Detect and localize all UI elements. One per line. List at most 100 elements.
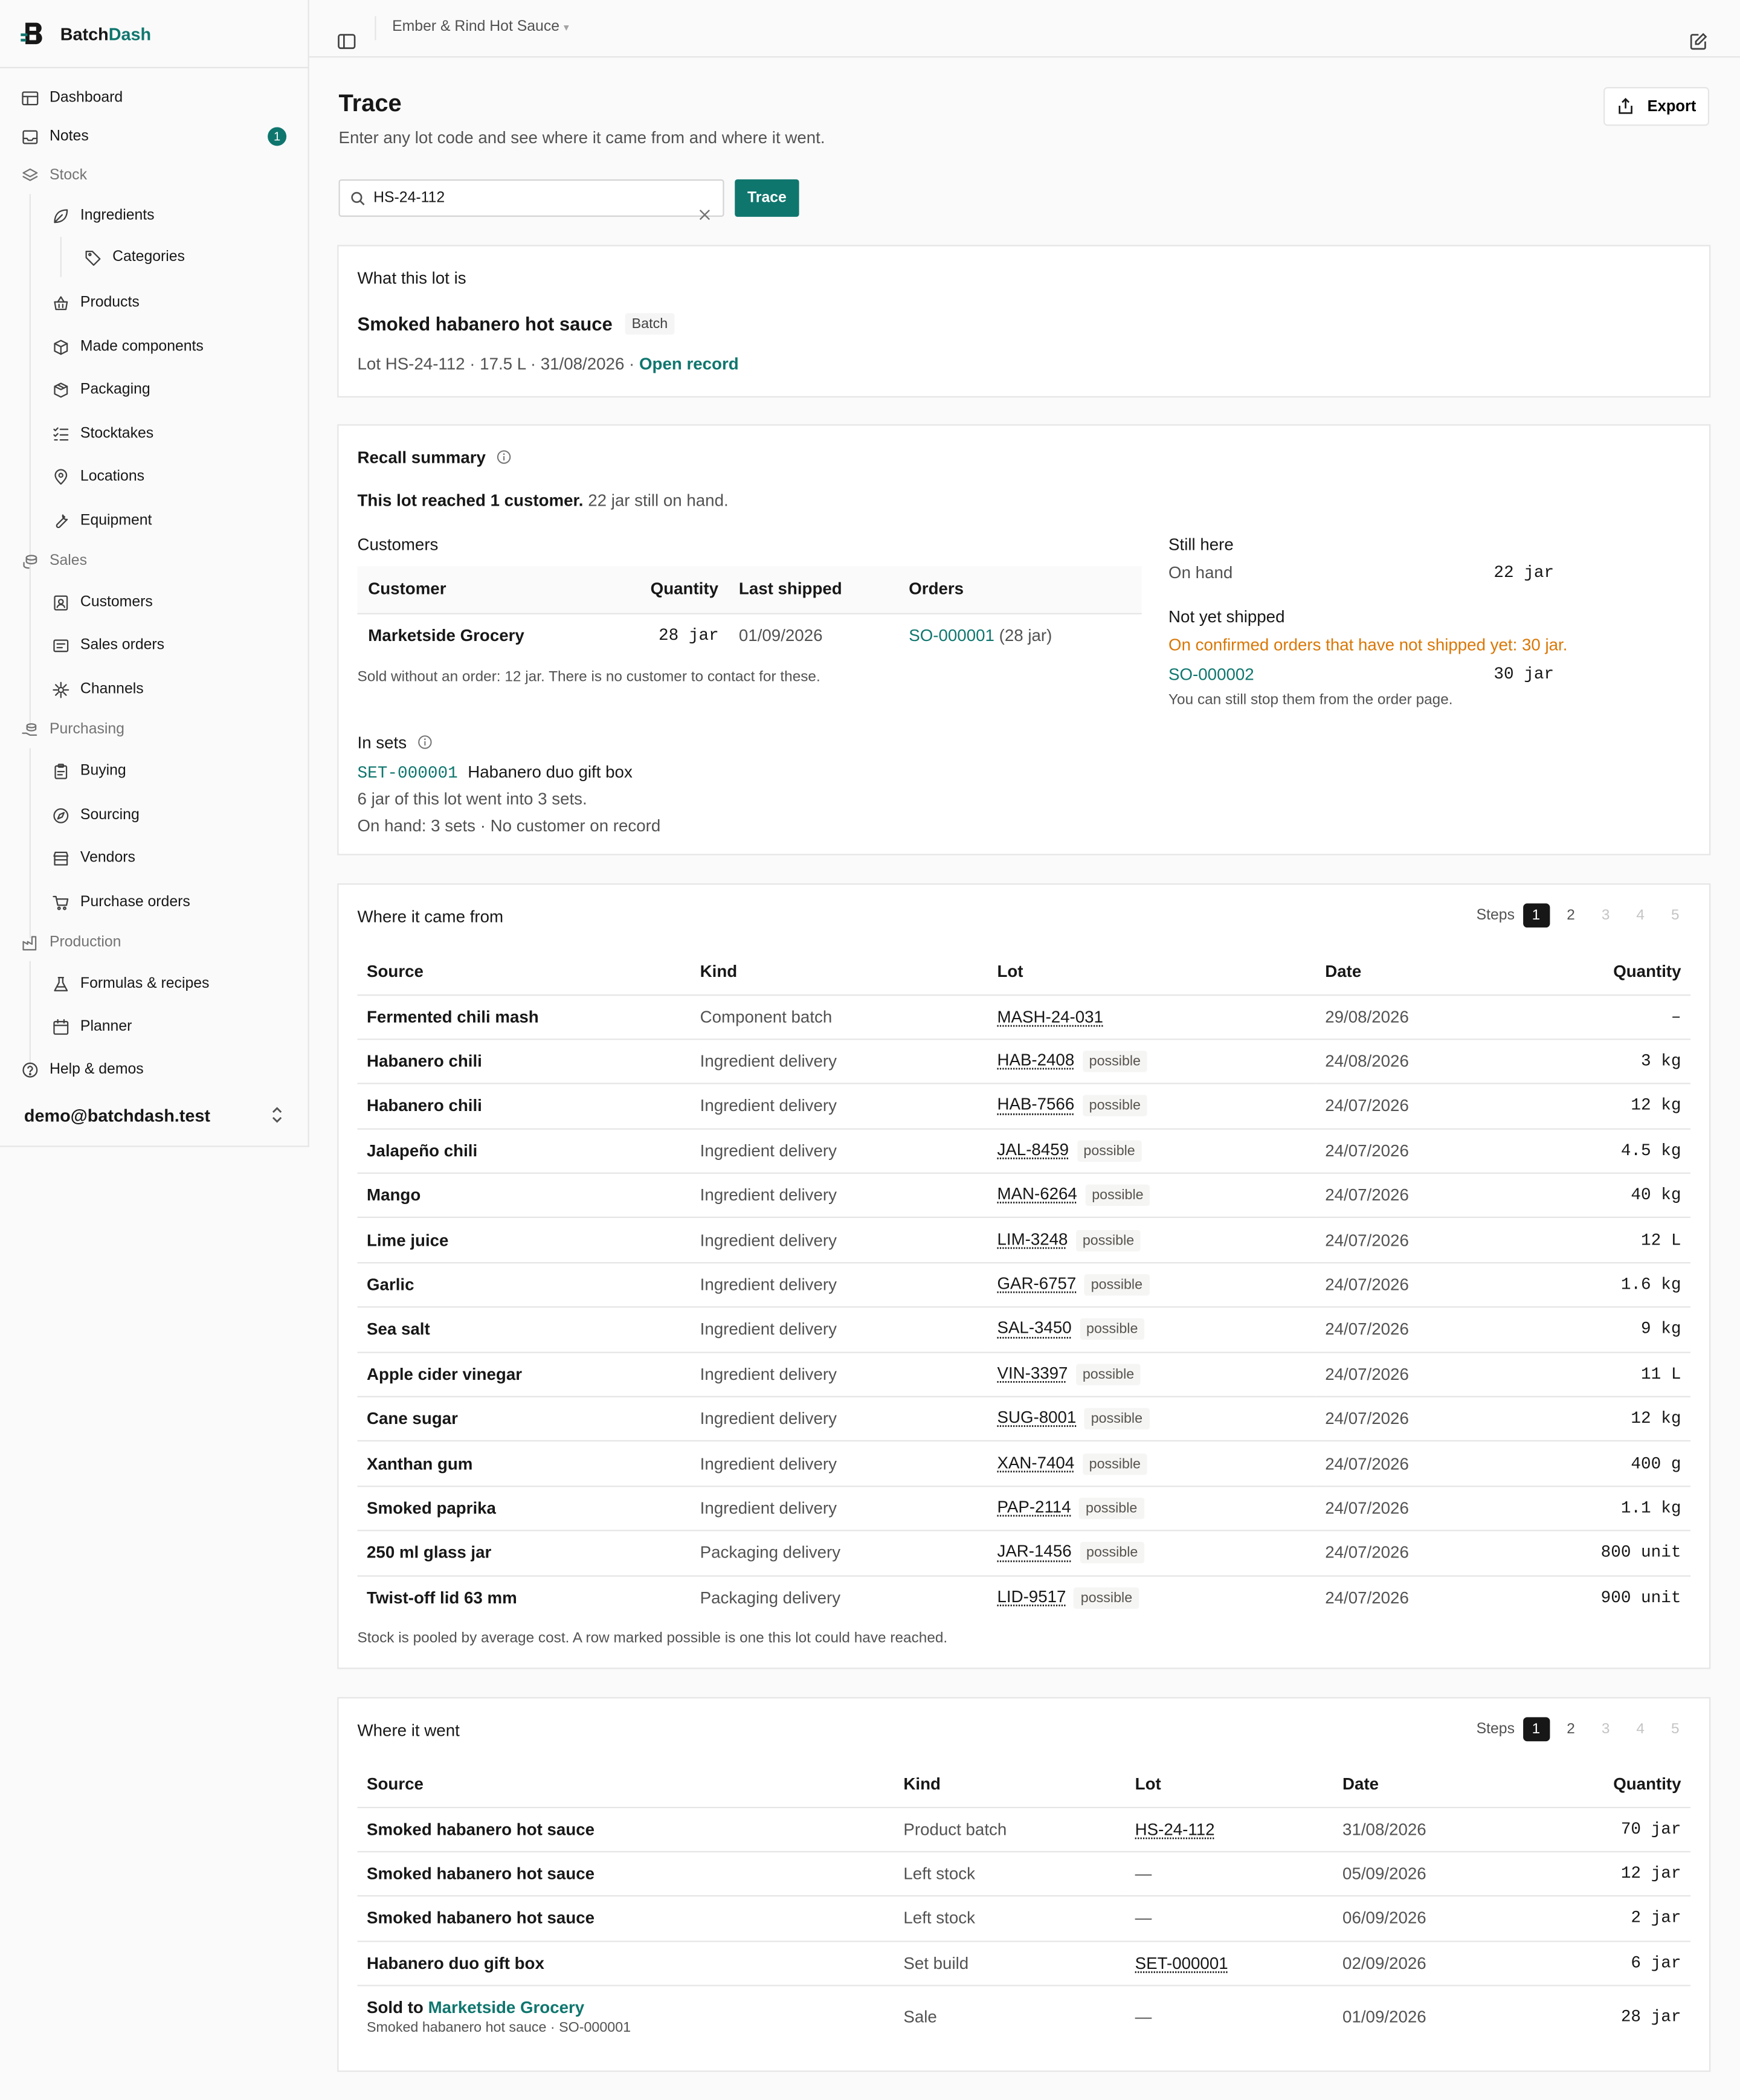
sidebar-item-buying[interactable]: Buying — [0, 753, 308, 788]
sidebar-item-categories[interactable]: Categories — [0, 240, 308, 275]
table-row: Smoked habanero hot sauce Left stock — 05/0… — [357, 1851, 1691, 1897]
lot-link: — — [1135, 1864, 1152, 1884]
sidebar-item-planner[interactable]: Planner — [0, 1009, 308, 1044]
step-3-button[interactable]: 3 — [1592, 903, 1619, 927]
row-quantity: 28 jar — [1620, 2007, 1681, 2026]
customer-link[interactable]: Marketside Grocery — [428, 1998, 585, 2017]
sidebar-item-label: Sales — [49, 552, 88, 569]
came-from-steps: Steps 1 2 3 4 5 — [1477, 903, 1689, 928]
lot-link[interactable]: XAN-7404 — [997, 1453, 1074, 1472]
row-lot-cell: — — [1126, 1851, 1333, 1897]
order-link[interactable]: SO-000001 — [909, 626, 994, 645]
step-4-button[interactable]: 4 — [1627, 1717, 1654, 1741]
step-1-button[interactable]: 1 — [1522, 903, 1550, 928]
sidebar-item-sales-orders[interactable]: Sales orders — [0, 628, 308, 663]
lot-link[interactable]: LIM-3248 — [997, 1229, 1068, 1248]
sidebar-item-dashboard[interactable]: Dashboard — [0, 80, 308, 115]
table-row: Apple cider vinegar Ingredient delivery VI… — [357, 1351, 1691, 1397]
row-kind: Ingredient delivery — [691, 1128, 988, 1174]
calendar-icon — [51, 1017, 69, 1036]
sidebar-item-stock[interactable]: Stock — [0, 158, 308, 193]
clear-icon[interactable] — [697, 190, 712, 232]
lot-link[interactable]: GAR-6757 — [997, 1274, 1076, 1293]
sidebar-item-products[interactable]: Products — [0, 285, 308, 320]
lot-card: What this lot is Smoked habanero hot sau… — [337, 245, 1711, 398]
lot-link[interactable]: HS-24-112 — [1135, 1820, 1215, 1838]
lot-search-field[interactable] — [338, 179, 724, 221]
customer-name[interactable]: Marketside Grocery — [368, 626, 524, 645]
customers-col-customer: Customer — [368, 579, 446, 599]
sidebar-item-customers[interactable]: Customers — [0, 585, 308, 620]
breadcrumb[interactable]: Ember & Rind Hot Sauce ▾ — [392, 19, 569, 35]
possible-badge: possible — [1079, 1319, 1145, 1341]
step-5-button[interactable]: 5 — [1662, 1717, 1689, 1741]
sidebar-item-sourcing[interactable]: Sourcing — [0, 797, 308, 833]
row-lot-cell: LID-9517 possible — [988, 1576, 1316, 1620]
sidebar-item-equipment[interactable]: Equipment — [0, 503, 308, 538]
row-quantity: 12 kg — [1538, 1083, 1691, 1130]
sidebar-item-vendors[interactable]: Vendors — [0, 840, 308, 875]
sidebar-item-sales[interactable]: Sales — [0, 543, 308, 578]
table-row: Habanero chili Ingredient delivery HAB-756… — [357, 1083, 1691, 1130]
search-icon — [351, 191, 365, 205]
sidebar-item-formulas[interactable]: Formulas & recipes — [0, 967, 308, 1002]
lot-link[interactable]: MASH-24-031 — [997, 1008, 1103, 1026]
sidebar-item-notes[interactable]: Notes 1 — [0, 119, 308, 154]
sidebar-item-locations[interactable]: Locations — [0, 459, 308, 494]
sidebar-item-made-components[interactable]: Made components — [0, 329, 308, 364]
sidebar-item-purchase-orders[interactable]: Purchase orders — [0, 884, 308, 920]
cart-icon — [51, 893, 69, 912]
info-icon[interactable] — [418, 735, 433, 749]
step-3-button[interactable]: 3 — [1592, 1717, 1619, 1741]
chevrons-up-down-icon[interactable] — [271, 1106, 284, 1129]
table-row: Xanthan gum Ingredient delivery XAN-7404 po… — [357, 1441, 1691, 1487]
factory-icon — [20, 933, 39, 952]
table-row-sale: Sold to Marketside Grocery Smoked habaner… — [358, 1986, 1691, 2047]
row-source: Jalapeño chili — [357, 1128, 691, 1174]
sidebar-toggle-icon[interactable] — [337, 19, 356, 60]
info-icon[interactable] — [497, 449, 512, 464]
step-1-button[interactable]: 1 — [1522, 1717, 1550, 1742]
sidebar-item-packaging[interactable]: Packaging — [0, 372, 308, 407]
sidebar-item-stocktakes[interactable]: Stocktakes — [0, 416, 308, 451]
edit-icon[interactable] — [1689, 19, 1708, 60]
lot-link[interactable]: PAP-2114 — [997, 1498, 1071, 1516]
sidebar-item-purchasing[interactable]: Purchasing — [0, 712, 308, 747]
lot-link: — — [1135, 1909, 1152, 1928]
step-2-button[interactable]: 2 — [1558, 903, 1584, 927]
lot-link[interactable]: SAL-3450 — [997, 1319, 1071, 1338]
lot-link[interactable]: SET-000001 — [1135, 1954, 1228, 1973]
help-circle-icon — [20, 1060, 39, 1079]
lot-link[interactable]: JAL-8459 — [997, 1140, 1069, 1159]
lot-link[interactable]: MAN-6264 — [997, 1185, 1077, 1203]
step-2-button[interactable]: 2 — [1558, 1717, 1584, 1741]
set-link[interactable]: SET-000001 — [358, 764, 458, 783]
user-menu[interactable]: demo@batchdash.test — [24, 1106, 210, 1126]
lot-link[interactable]: HAB-7566 — [997, 1095, 1074, 1114]
set-usage: 6 jar of this lot went into 3 sets. — [357, 790, 587, 809]
export-button[interactable]: Export — [1603, 87, 1710, 126]
lot-search-input[interactable] — [373, 190, 682, 207]
brand[interactable]: BatchDash — [0, 0, 308, 68]
lot-link[interactable]: VIN-3397 — [997, 1364, 1068, 1382]
lot-link[interactable]: SUG-8001 — [997, 1408, 1076, 1427]
step-5-button[interactable]: 5 — [1662, 903, 1689, 927]
row-date: 24/07/2026 — [1315, 1173, 1538, 1219]
sidebar-item-ingredients[interactable]: Ingredients — [0, 198, 308, 233]
lot-link[interactable]: LID-9517 — [997, 1587, 1066, 1606]
trace-button[interactable]: Trace — [735, 179, 799, 217]
open-record-link[interactable]: Open record — [639, 355, 739, 373]
step-4-button[interactable]: 4 — [1627, 903, 1654, 927]
row-date: 24/07/2026 — [1315, 1351, 1538, 1397]
came-from-heading: Where it came from — [357, 907, 504, 927]
possible-badge: possible — [1082, 1051, 1148, 1072]
sidebar-item-channels[interactable]: Channels — [0, 672, 308, 707]
pending-order-link[interactable]: SO-000002 — [1168, 665, 1254, 684]
sidebar-item-production[interactable]: Production — [0, 925, 308, 960]
lot-link[interactable]: JAR-1456 — [997, 1542, 1071, 1561]
went-steps: Steps 1 2 3 4 5 — [1477, 1717, 1689, 1742]
col-source: Source — [357, 1761, 894, 1808]
lot-link[interactable]: HAB-2408 — [997, 1051, 1074, 1069]
table-row: Fermented chili mash Component batch MASH-… — [357, 994, 1691, 1040]
sidebar-item-help[interactable]: Help & demos — [0, 1052, 308, 1087]
